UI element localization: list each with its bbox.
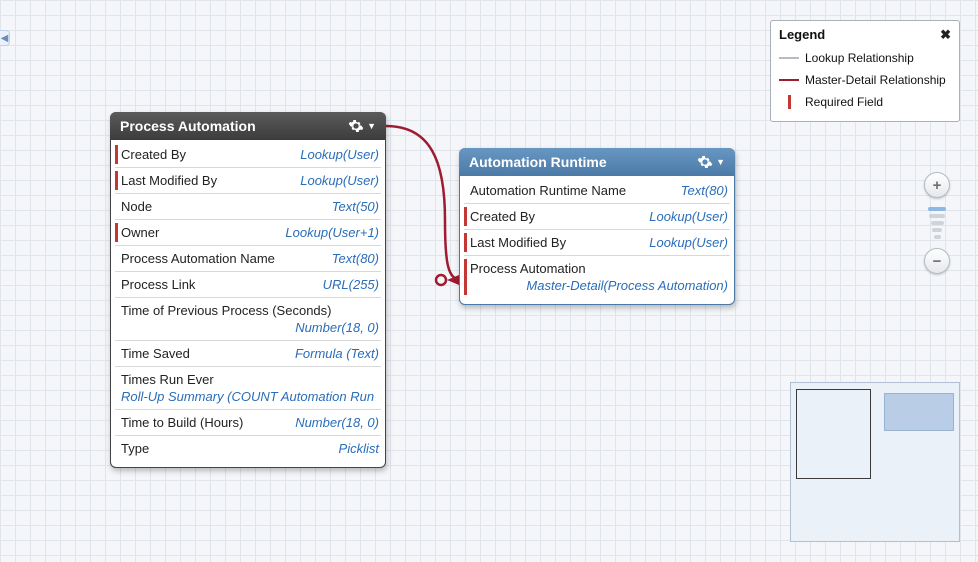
- field-type: Lookup(User): [649, 209, 728, 224]
- object-title: Automation Runtime: [469, 154, 607, 170]
- field-row[interactable]: Last Modified By Lookup(User): [464, 230, 730, 256]
- legend-label: Master-Detail Relationship: [805, 73, 946, 87]
- minimap[interactable]: [790, 382, 960, 542]
- field-type: Text(80): [332, 251, 379, 266]
- field-row[interactable]: Last Modified By Lookup(User): [115, 168, 381, 194]
- gear-icon: [697, 154, 713, 170]
- field-label: Time of Previous Process (Seconds): [121, 303, 331, 318]
- field-label: Type: [121, 441, 149, 456]
- field-type: Text(80): [681, 183, 728, 198]
- object-process-automation[interactable]: Process Automation ▼ Created By Lookup(Us…: [110, 112, 386, 468]
- field-label: Process Automation: [470, 261, 586, 276]
- legend-item-master-detail: Master-Detail Relationship: [779, 69, 951, 91]
- field-type: Picklist: [339, 441, 379, 456]
- object-title: Process Automation: [120, 118, 256, 134]
- field-row[interactable]: Time of Previous Process (Seconds) Number…: [115, 298, 381, 341]
- legend-item-lookup: Lookup Relationship: [779, 47, 951, 69]
- field-row[interactable]: Node Text(50): [115, 194, 381, 220]
- field-label: Process Automation Name: [121, 251, 275, 266]
- field-row[interactable]: Times Run Ever Roll-Up Summary (COUNT Aut…: [115, 367, 381, 410]
- field-row[interactable]: Automation Runtime Name Text(80): [464, 178, 730, 204]
- field-type: Number(18, 0): [295, 415, 379, 430]
- object-menu-button[interactable]: ▼: [348, 118, 376, 134]
- field-type: Formula (Text): [295, 346, 379, 361]
- field-row[interactable]: Process Automation Master-Detail(Process …: [464, 256, 730, 298]
- object-menu-button[interactable]: ▼: [697, 154, 725, 170]
- gear-icon: [348, 118, 364, 134]
- field-label: Owner: [121, 225, 159, 240]
- legend-title: Legend: [779, 27, 825, 43]
- master-detail-line-icon: [779, 79, 799, 81]
- field-type: URL(255): [323, 277, 379, 292]
- field-row[interactable]: Time to Build (Hours) Number(18, 0): [115, 410, 381, 436]
- field-row[interactable]: Owner Lookup(User+1): [115, 220, 381, 246]
- zoom-control: + −: [924, 172, 950, 274]
- field-label: Time to Build (Hours): [121, 415, 243, 430]
- object-header[interactable]: Automation Runtime ▼: [459, 148, 735, 176]
- zoom-slider[interactable]: [928, 202, 946, 244]
- field-type: Lookup(User+1): [285, 225, 379, 240]
- field-label: Created By: [121, 147, 186, 162]
- field-type: Number(18, 0): [295, 320, 379, 335]
- field-row[interactable]: Process Link URL(255): [115, 272, 381, 298]
- minimap-thumbnail: [884, 393, 954, 431]
- legend-item-required: Required Field: [779, 91, 951, 113]
- object-automation-runtime[interactable]: Automation Runtime ▼ Automation Runtime …: [459, 148, 735, 305]
- field-row[interactable]: Created By Lookup(User): [464, 204, 730, 230]
- field-type: Lookup(User): [300, 147, 379, 162]
- field-type: Master-Detail(Process Automation): [526, 278, 728, 293]
- field-row[interactable]: Time Saved Formula (Text): [115, 341, 381, 367]
- panel-collapse-toggle[interactable]: ◀: [0, 30, 10, 46]
- zoom-in-button[interactable]: +: [924, 172, 950, 198]
- field-type: Text(50): [332, 199, 379, 214]
- field-label: Time Saved: [121, 346, 190, 361]
- field-label: Last Modified By: [470, 235, 566, 250]
- field-type: Lookup(User): [649, 235, 728, 250]
- object-header[interactable]: Process Automation ▼: [110, 112, 386, 140]
- chevron-down-icon: ▼: [367, 121, 376, 131]
- field-type: Roll-Up Summary (COUNT Automation Run: [121, 389, 374, 404]
- legend-label: Required Field: [805, 95, 883, 109]
- chevron-down-icon: ▼: [716, 157, 725, 167]
- zoom-out-button[interactable]: −: [924, 248, 950, 274]
- required-bar-icon: [779, 95, 799, 109]
- field-row[interactable]: Type Picklist: [115, 436, 381, 461]
- field-label: Automation Runtime Name: [470, 183, 626, 198]
- field-type: Lookup(User): [300, 173, 379, 188]
- legend-header: Legend ✖: [779, 27, 951, 43]
- minimap-viewport[interactable]: [796, 389, 871, 479]
- legend-panel: Legend ✖ Lookup Relationship Master-Deta…: [770, 20, 960, 122]
- field-row[interactable]: Process Automation Name Text(80): [115, 246, 381, 272]
- legend-label: Lookup Relationship: [805, 51, 914, 65]
- legend-close-button[interactable]: ✖: [940, 27, 951, 43]
- lookup-line-icon: [779, 57, 799, 59]
- field-label: Node: [121, 199, 152, 214]
- field-label: Times Run Ever: [121, 372, 214, 387]
- field-label: Process Link: [121, 277, 195, 292]
- field-list: Created By Lookup(User) Last Modified By Lo…: [110, 140, 386, 468]
- field-row[interactable]: Created By Lookup(User): [115, 142, 381, 168]
- field-label: Last Modified By: [121, 173, 217, 188]
- field-list: Automation Runtime Name Text(80) Created B…: [459, 176, 735, 305]
- field-label: Created By: [470, 209, 535, 224]
